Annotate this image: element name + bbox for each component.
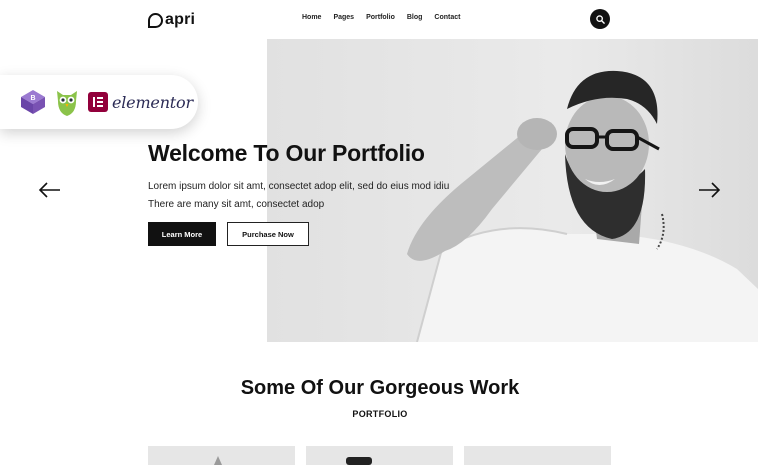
site-logo[interactable]: apri: [148, 10, 195, 30]
gallery-subtitle: PORTFOLIO: [352, 409, 408, 419]
svg-text:B: B: [30, 95, 35, 102]
nav-item-pages[interactable]: Pages: [333, 14, 354, 21]
plugin-badge: B elementor: [0, 75, 198, 129]
search-button[interactable]: [590, 9, 610, 29]
hero-description: Lorem ipsum dolor sit amt, consectet ado…: [148, 181, 450, 210]
portfolio-thumbnail[interactable]: [148, 446, 295, 465]
elementor-wordmark: elementor: [112, 92, 193, 112]
learn-more-button[interactable]: Learn More: [148, 222, 216, 246]
search-icon: [595, 14, 605, 24]
nav-item-blog[interactable]: Blog: [407, 14, 423, 21]
logo-text: apri: [165, 11, 196, 28]
nav-item-portfolio[interactable]: Portfolio: [366, 14, 395, 21]
nav-item-contact[interactable]: Contact: [434, 14, 460, 21]
elementor-icon: [88, 92, 108, 112]
arrow-right-icon[interactable]: [697, 182, 721, 198]
arrow-left-icon[interactable]: [38, 182, 62, 198]
hero-title: Welcome To Our Portfolio: [148, 140, 425, 166]
main-nav: Home Pages Portfolio Blog Contact: [302, 14, 460, 21]
purchase-now-button[interactable]: Purchase Now: [227, 222, 309, 246]
gallery-title: Some Of Our Gorgeous Work: [240, 377, 520, 399]
nav-item-home[interactable]: Home: [302, 14, 321, 21]
portfolio-thumbnail[interactable]: [464, 446, 611, 465]
owl-icon: [57, 91, 77, 116]
bootstrap-icon: B: [21, 90, 45, 114]
portfolio-thumbnail[interactable]: [306, 446, 453, 465]
logo-mark-icon: [148, 12, 163, 28]
